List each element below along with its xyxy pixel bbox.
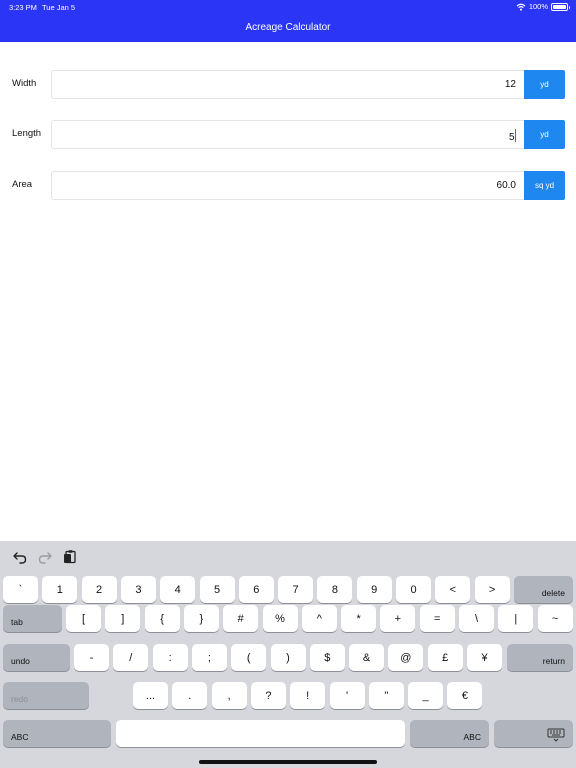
redo-key[interactable]: redo bbox=[3, 682, 89, 709]
key[interactable]: , bbox=[211, 682, 247, 709]
width-unit-button[interactable]: yd bbox=[524, 70, 565, 99]
wifi-icon bbox=[516, 3, 526, 11]
key[interactable]: 7 bbox=[278, 576, 314, 603]
key[interactable]: 3 bbox=[120, 576, 156, 603]
delete-key[interactable]: delete bbox=[514, 576, 573, 603]
space-key[interactable] bbox=[116, 720, 405, 747]
key[interactable]: ` bbox=[3, 576, 38, 603]
undo-key[interactable]: undo bbox=[3, 644, 70, 671]
key[interactable]: | bbox=[498, 605, 534, 632]
redo-icon[interactable] bbox=[37, 549, 53, 565]
abc-key-right[interactable]: ABC bbox=[410, 720, 489, 747]
key[interactable]: $ bbox=[309, 644, 345, 671]
key[interactable]: & bbox=[349, 644, 385, 671]
key[interactable]: ^ bbox=[301, 605, 337, 632]
page-title: Acreage Calculator bbox=[245, 22, 331, 33]
length-unit-button[interactable]: yd bbox=[524, 120, 565, 149]
width-value: 12 bbox=[504, 79, 516, 90]
key[interactable]: ) bbox=[270, 644, 306, 671]
area-input[interactable]: 60.0 bbox=[51, 171, 524, 200]
area-unit-button[interactable]: sq yd bbox=[524, 171, 565, 200]
key[interactable]: + bbox=[380, 605, 416, 632]
length-input[interactable]: 5 bbox=[51, 120, 524, 149]
keyboard-toolbar bbox=[0, 541, 576, 573]
tab-key[interactable]: tab bbox=[3, 605, 62, 632]
key[interactable]: } bbox=[183, 605, 219, 632]
key[interactable]: ... bbox=[133, 682, 168, 709]
key[interactable]: > bbox=[474, 576, 510, 603]
key[interactable]: ? bbox=[250, 682, 286, 709]
key[interactable]: ¥ bbox=[467, 644, 502, 671]
abc-key-left[interactable]: ABC bbox=[3, 720, 111, 747]
key[interactable]: 5 bbox=[199, 576, 235, 603]
key[interactable]: _ bbox=[408, 682, 444, 709]
area-value: 60.0 bbox=[496, 180, 516, 191]
status-indicators: 100% bbox=[516, 2, 570, 11]
battery-icon bbox=[551, 2, 570, 11]
width-input[interactable]: 12 bbox=[51, 70, 524, 99]
key[interactable]: ! bbox=[290, 682, 326, 709]
key[interactable]: 4 bbox=[160, 576, 196, 603]
key[interactable]: 1 bbox=[42, 576, 78, 603]
key[interactable]: { bbox=[144, 605, 180, 632]
key[interactable]: # bbox=[223, 605, 259, 632]
key[interactable]: % bbox=[262, 605, 298, 632]
undo-icon[interactable] bbox=[12, 549, 28, 565]
return-key[interactable]: return bbox=[507, 644, 573, 671]
status-date: Tue Jan 5 bbox=[42, 3, 76, 12]
key[interactable]: / bbox=[113, 644, 149, 671]
key[interactable]: [ bbox=[66, 605, 101, 632]
width-row: Width 12 yd bbox=[0, 70, 576, 99]
key[interactable]: 6 bbox=[238, 576, 274, 603]
home-indicator bbox=[199, 760, 377, 764]
key[interactable]: * bbox=[341, 605, 377, 632]
status-time: 3:23 PM bbox=[9, 3, 37, 12]
key[interactable]: ( bbox=[231, 644, 267, 671]
key[interactable]: 2 bbox=[81, 576, 117, 603]
key[interactable]: ; bbox=[191, 644, 227, 671]
width-label: Width bbox=[12, 78, 37, 89]
key[interactable]: : bbox=[152, 644, 188, 671]
key[interactable]: @ bbox=[388, 644, 424, 671]
key[interactable]: = bbox=[419, 605, 455, 632]
key[interactable]: - bbox=[74, 644, 109, 671]
battery-percent: 100% bbox=[528, 2, 548, 11]
text-cursor bbox=[514, 129, 516, 142]
key[interactable]: ' bbox=[329, 682, 365, 709]
key[interactable]: £ bbox=[427, 644, 463, 671]
keyboard-dismiss-icon bbox=[547, 728, 565, 742]
paste-icon[interactable] bbox=[62, 549, 78, 565]
key[interactable]: ~ bbox=[537, 605, 573, 632]
key[interactable]: 8 bbox=[317, 576, 353, 603]
key[interactable]: 9 bbox=[356, 576, 392, 603]
hide-keyboard-key[interactable] bbox=[494, 720, 573, 747]
key[interactable]: " bbox=[368, 682, 404, 709]
length-label: Length bbox=[12, 128, 42, 139]
key[interactable]: ] bbox=[105, 605, 141, 632]
key[interactable]: < bbox=[435, 576, 471, 603]
area-label: Area bbox=[12, 179, 33, 190]
navigation-bar: 3:23 PM Tue Jan 5 100% Acreage Calculato… bbox=[0, 0, 576, 42]
length-row: Length 5 yd bbox=[0, 120, 576, 149]
key[interactable]: € bbox=[447, 682, 483, 709]
key[interactable]: . bbox=[172, 682, 208, 709]
area-row: Area 60.0 sq yd bbox=[0, 171, 576, 200]
keyboard: ` 1 2 3 4 5 6 7 8 9 0 < > delete tab[]{} #% ^ * + = \ | ~ undo -… bbox=[0, 541, 576, 768]
key[interactable]: \ bbox=[459, 605, 494, 632]
key[interactable]: 0 bbox=[396, 576, 431, 603]
